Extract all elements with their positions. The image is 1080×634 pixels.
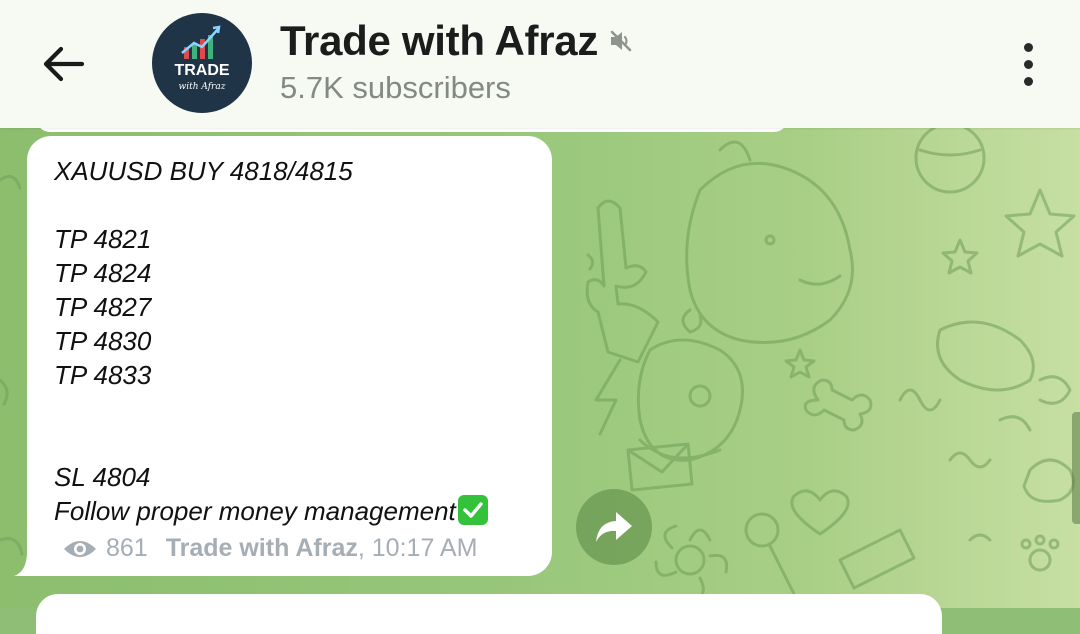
scrollbar[interactable]: [1072, 412, 1080, 524]
channel-title-block[interactable]: Trade with Afraz 5.7K subscribers: [280, 14, 634, 114]
back-button[interactable]: [34, 34, 94, 94]
view-count: 861: [106, 534, 148, 562]
message-line: TP 4833: [54, 360, 152, 390]
message-line: [54, 392, 488, 426]
more-vertical-icon-dot: [1023, 76, 1033, 86]
message-line: [54, 188, 488, 222]
message-line: TP 4824: [54, 258, 152, 288]
next-message-bubble: [36, 594, 942, 634]
eye-icon: [64, 540, 96, 557]
message-line: TP 4830: [54, 326, 152, 356]
forward-arrow-icon: [596, 512, 632, 542]
message-line: [54, 426, 488, 460]
subscriber-count: 5.7K subscribers: [280, 70, 511, 105]
post-author: Trade with Afraz: [165, 534, 358, 562]
post-time: , 10:17 AM: [357, 534, 478, 562]
more-options-button[interactable]: [1008, 36, 1048, 92]
trade-logo: TRADE with Afraz: [174, 25, 230, 92]
channel-name: Trade with Afraz: [280, 17, 599, 64]
check-mark-emoji: [457, 495, 488, 525]
message-line: TP 4821: [54, 224, 152, 254]
message-line-last: Follow proper money management: [54, 494, 488, 528]
message-line: TP 4827: [54, 292, 152, 322]
message-line: Follow proper money management: [54, 496, 456, 526]
avatar-text-main: TRADE: [174, 62, 229, 79]
avatar-text-sub: with Afraz: [179, 82, 226, 92]
more-vertical-icon-dot: [1023, 59, 1033, 69]
channel-avatar[interactable]: TRADE with Afraz: [152, 13, 252, 113]
more-vertical-icon-dot: [1023, 42, 1033, 52]
channel-header: TRADE with Afraz Trade with Afraz 5.7K s…: [0, 0, 1080, 128]
message-line: XAUUSD BUY 4818/4815: [54, 156, 353, 186]
arrow-left-icon: [43, 46, 85, 82]
message-text: XAUUSD BUY 4818/4815 TP 4821 TP 4824 TP …: [54, 154, 488, 528]
muted-speaker-icon: [608, 28, 634, 54]
forward-button[interactable]: [576, 489, 652, 565]
bubble-tail: [14, 554, 27, 576]
message-line: SL 4804: [54, 462, 151, 492]
message-meta: 861 Trade with Afraz , 10:17 AM: [62, 534, 477, 563]
